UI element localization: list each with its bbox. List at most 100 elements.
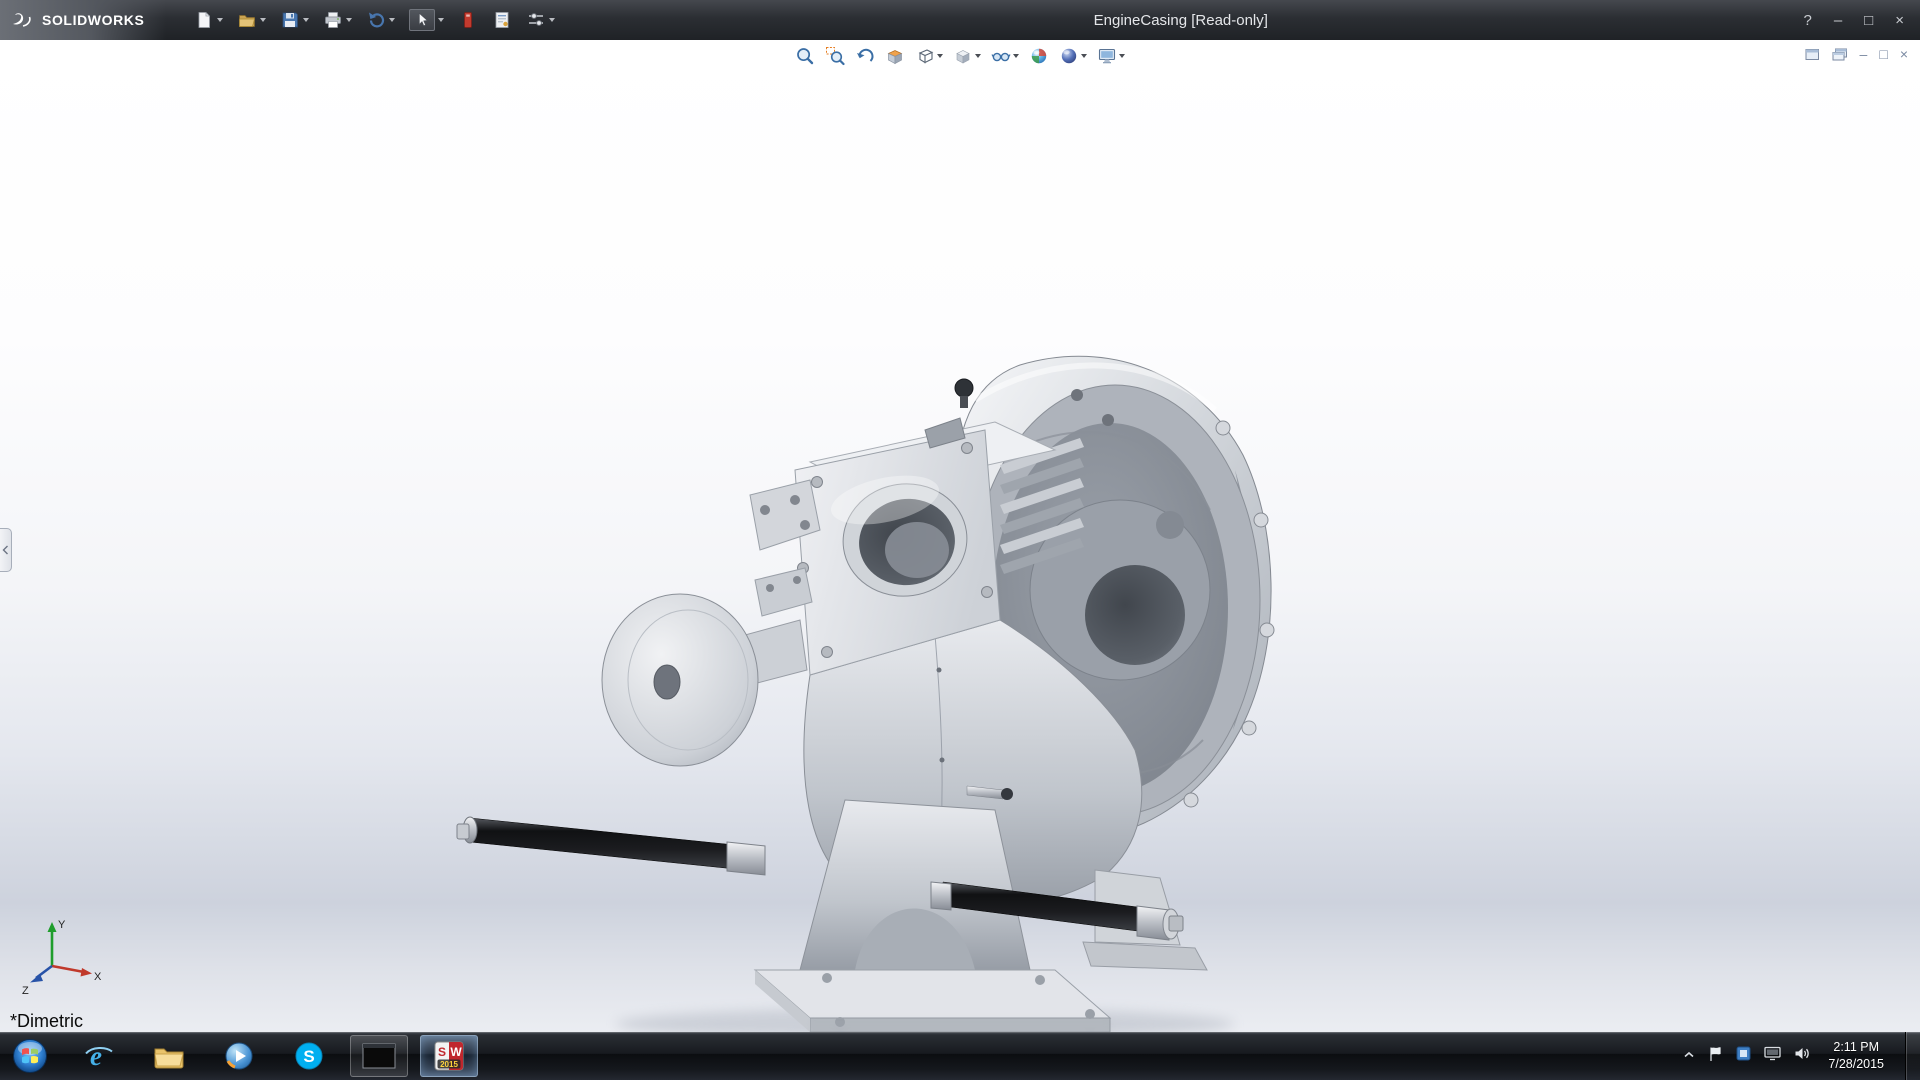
apply-scene-button[interactable] xyxy=(1058,45,1088,67)
chevron-down-icon[interactable] xyxy=(937,54,943,58)
previous-view-button[interactable] xyxy=(854,45,876,67)
previous-view-icon xyxy=(857,48,874,62)
new-document-icon xyxy=(199,12,211,28)
taskbar: e S S W 2015 2:11 PM 7/28/2015 xyxy=(0,1032,1920,1080)
chevron-down-icon[interactable] xyxy=(217,18,224,22)
flyout-arrow-icon xyxy=(2,545,8,555)
select-cursor-icon xyxy=(419,12,429,27)
restore-button[interactable]: □ xyxy=(1864,13,1873,28)
undo-icon xyxy=(369,12,385,28)
volume-icon xyxy=(1795,1048,1810,1059)
help-button[interactable]: ? xyxy=(1803,13,1811,28)
view-orientation-button[interactable] xyxy=(914,45,944,67)
flag-icon xyxy=(1710,1046,1721,1061)
chevron-down-icon[interactable] xyxy=(389,18,396,22)
file-properties-button[interactable] xyxy=(490,8,514,32)
apply-scene-sphere-icon xyxy=(1061,48,1077,64)
show-desktop-button[interactable] xyxy=(1905,1032,1920,1080)
internet-explorer-icon: e xyxy=(85,1041,113,1071)
tray-volume-button[interactable] xyxy=(1794,1046,1811,1066)
section-view-icon xyxy=(887,50,903,65)
svg-text:2015: 2015 xyxy=(440,1060,458,1069)
show-hidden-icons-button[interactable] xyxy=(1683,1047,1695,1065)
view-orientation-label: *Dimetric xyxy=(10,1011,84,1031)
red-tool-icon xyxy=(464,12,473,28)
hide-show-items-button[interactable] xyxy=(990,45,1020,67)
select-tool-button[interactable] xyxy=(407,7,446,33)
zoom-to-area-button[interactable] xyxy=(824,45,846,67)
display-style-button[interactable] xyxy=(952,45,982,67)
chevron-down-icon[interactable] xyxy=(1081,54,1087,58)
doc-close-button[interactable]: × xyxy=(1900,47,1908,61)
open-button[interactable] xyxy=(235,8,268,32)
chevron-down-icon[interactable] xyxy=(975,54,981,58)
start-button[interactable] xyxy=(8,1033,52,1079)
options-button[interactable] xyxy=(524,8,557,32)
svg-text:X: X xyxy=(94,971,102,983)
undo-button[interactable] xyxy=(364,8,397,32)
cascade-windows-icon[interactable] xyxy=(1832,48,1848,61)
engine-casing-model[interactable] xyxy=(455,330,1325,1032)
display-style-icon xyxy=(956,50,970,64)
chevron-down-icon[interactable] xyxy=(1013,54,1019,58)
new-document-button[interactable] xyxy=(192,8,225,32)
windows-start-orb-icon xyxy=(13,1039,47,1073)
doc-restore-button[interactable]: □ xyxy=(1879,47,1887,61)
window-controls: ? – □ × xyxy=(1803,13,1920,28)
orientation-triad: Y X Z xyxy=(22,919,102,996)
chevron-down-icon[interactable] xyxy=(260,18,267,22)
edit-appearance-ball-icon xyxy=(1031,48,1047,64)
chevron-down-icon[interactable] xyxy=(303,18,310,22)
triad-z-axis: Z xyxy=(22,964,53,996)
taskbar-item-solidworks[interactable]: S W 2015 xyxy=(420,1035,478,1077)
chevron-down-icon[interactable] xyxy=(549,18,556,22)
zoom-to-area-icon xyxy=(826,47,845,66)
svg-text:S: S xyxy=(303,1047,314,1066)
action-center-button[interactable] xyxy=(1708,1046,1723,1067)
window-title: EngineCasing [Read-only] xyxy=(1093,11,1268,29)
section-view-button[interactable] xyxy=(884,45,906,67)
minimize-button[interactable]: – xyxy=(1834,13,1842,28)
options-sliders-icon xyxy=(529,13,544,26)
folder-icon xyxy=(154,1048,184,1069)
select-tool-frame xyxy=(409,9,436,31)
zoom-to-fit-button[interactable] xyxy=(794,45,816,67)
heads-up-view-toolbar xyxy=(794,45,1126,67)
file-properties-icon xyxy=(496,12,509,28)
taskbar-item-command-prompt[interactable] xyxy=(350,1035,408,1077)
svg-text:S: S xyxy=(438,1045,446,1059)
view-settings-button[interactable] xyxy=(1096,45,1126,67)
chevron-down-icon[interactable] xyxy=(1119,54,1125,58)
solidworks-logo-text: SOLIDWORKS xyxy=(42,12,145,28)
chevron-up-icon xyxy=(1684,1051,1694,1058)
print-icon xyxy=(325,12,342,28)
task-pane-flyout-tab[interactable] xyxy=(0,528,12,572)
solidworks-rx-button[interactable] xyxy=(456,8,480,32)
chevron-down-icon[interactable] xyxy=(438,18,445,22)
view-orientation-cube-icon xyxy=(918,49,934,64)
taskbar-item-internet-explorer[interactable]: e xyxy=(70,1035,128,1077)
triad-y-axis: Y xyxy=(47,919,66,966)
display-icon xyxy=(1764,1046,1782,1061)
doc-minimize-button[interactable]: – xyxy=(1860,47,1868,61)
open-folder-icon xyxy=(239,15,256,27)
edit-appearance-button[interactable] xyxy=(1028,45,1050,67)
taskbar-item-skype[interactable]: S xyxy=(280,1035,338,1077)
chevron-down-icon[interactable] xyxy=(346,18,353,22)
svg-text:W: W xyxy=(450,1045,462,1059)
zoom-to-fit-icon xyxy=(797,48,814,65)
media-player-icon xyxy=(225,1042,253,1070)
print-button[interactable] xyxy=(321,8,354,32)
triad-x-axis: X xyxy=(51,964,102,983)
close-button[interactable]: × xyxy=(1895,13,1904,28)
new-window-icon[interactable] xyxy=(1805,48,1820,61)
taskbar-item-file-explorer[interactable] xyxy=(140,1035,198,1077)
tray-app-status-button[interactable] xyxy=(1736,1046,1751,1066)
clock-time: 2:11 PM xyxy=(1833,1039,1879,1054)
solidworks-app-icon: S W 2015 xyxy=(434,1041,464,1071)
graphics-area[interactable]: – □ × Y X Z *Dimetric xyxy=(0,40,1920,1032)
taskbar-item-media-player[interactable] xyxy=(210,1035,268,1077)
taskbar-clock[interactable]: 2:11 PM 7/28/2015 xyxy=(1828,1039,1884,1074)
tray-display-button[interactable] xyxy=(1764,1046,1782,1066)
save-button[interactable] xyxy=(278,8,311,32)
